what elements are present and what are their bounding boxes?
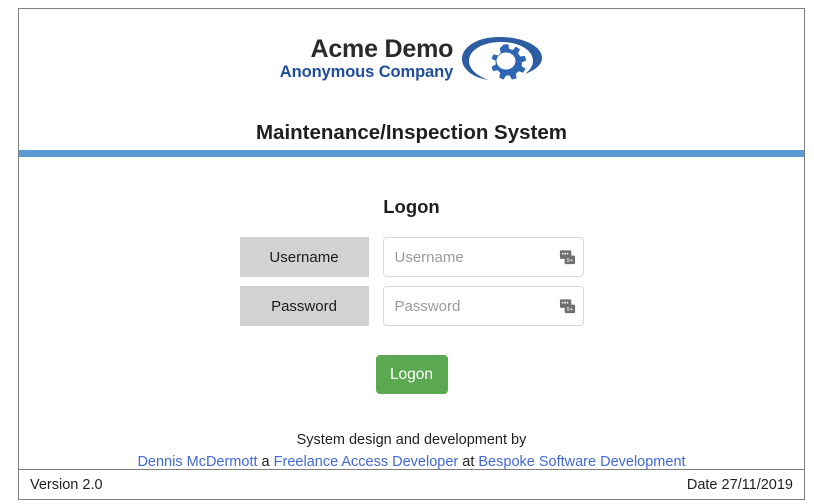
date-label: Date 27/11/2019 xyxy=(686,476,793,493)
svg-text:9+: 9+ xyxy=(566,258,573,264)
form-row-username: Username 9+ xyxy=(239,237,584,277)
credits-connector-1: a xyxy=(261,454,270,471)
logon-button[interactable]: Logon xyxy=(375,355,448,394)
status-bar: Version 2.0 Date 27/11/2019 xyxy=(19,469,804,499)
credits-block: System design and development by Dennis … xyxy=(19,429,804,473)
logon-heading: Logon xyxy=(383,196,440,217)
role-link[interactable]: Freelance Access Developer xyxy=(274,454,459,470)
credits-connector-2: at xyxy=(462,454,475,471)
login-window: Acme Demo Anonymous Company Maintenance/… xyxy=(0,0,814,504)
author-link[interactable]: Dennis McDermott xyxy=(137,454,257,470)
version-label: Version 2.0 xyxy=(30,476,103,493)
company-link[interactable]: Bespoke Software Development xyxy=(478,454,685,470)
brand-subtitle: Anonymous Company xyxy=(279,62,454,81)
credits-line-1: System design and development by xyxy=(296,432,527,448)
brand-block: Acme Demo Anonymous Company xyxy=(19,33,804,85)
brand-name: Acme Demo xyxy=(310,35,454,64)
gear-swoosh-logo-icon xyxy=(462,37,543,80)
password-input[interactable] xyxy=(382,286,584,326)
page-title: Maintenance/Inspection System xyxy=(255,121,567,144)
scan-card-icon[interactable]: 9+ xyxy=(559,298,576,315)
header-divider xyxy=(19,150,804,157)
form-row-password: Password 9+ xyxy=(239,286,584,326)
username-label: Username xyxy=(239,237,369,277)
password-field-wrap: 9+ xyxy=(382,286,584,326)
brand-text: Acme Demo Anonymous Company xyxy=(279,35,454,81)
scan-card-icon[interactable]: 9+ xyxy=(559,249,576,266)
logon-form: Username 9+ Password xyxy=(19,237,804,326)
logon-button-wrap: Logon xyxy=(19,355,804,394)
main-content: Logon Username 9+ Password xyxy=(19,157,804,470)
username-input[interactable] xyxy=(382,237,584,277)
password-label: Password xyxy=(239,286,369,326)
username-field-wrap: 9+ xyxy=(382,237,584,277)
svg-text:9+: 9+ xyxy=(566,307,573,313)
page-header: Acme Demo Anonymous Company Maintenance/… xyxy=(19,9,804,150)
